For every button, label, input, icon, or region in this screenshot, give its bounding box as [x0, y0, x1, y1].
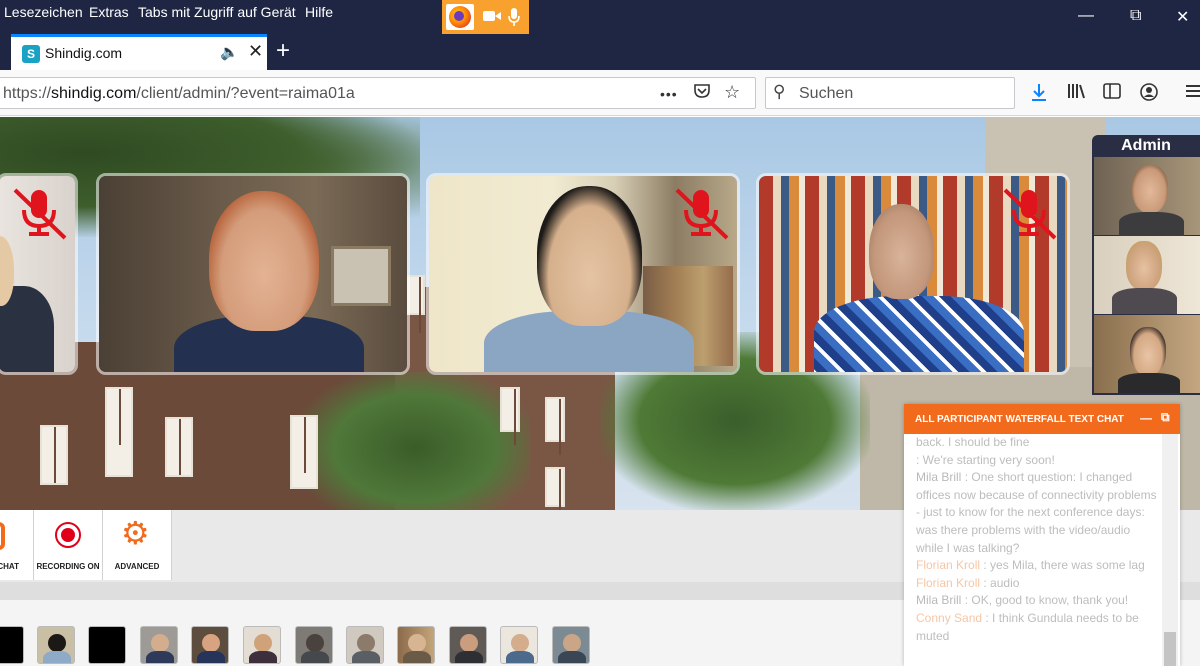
- attendee-thumbnail[interactable]: [140, 626, 178, 664]
- chat-title: ALL PARTICIPANT WATERFALL TEXT CHAT: [915, 414, 1124, 425]
- pocket-icon[interactable]: [693, 82, 711, 105]
- microphone-icon: [508, 7, 520, 30]
- bookmark-star-icon[interactable]: ☆: [724, 82, 740, 103]
- chat-scrollbar[interactable]: [1162, 434, 1178, 666]
- page-actions-icon[interactable]: •••: [660, 86, 678, 102]
- chat-message: back. I should be fine: [916, 435, 1030, 449]
- background-tree: [300, 372, 530, 510]
- url-text: https://shindig.com/client/admin/?event=…: [3, 85, 355, 102]
- menu-bar: Lesezeichen Extras Tabs mit Zugriff auf …: [0, 0, 1200, 34]
- attendee-thumbnail[interactable]: [243, 626, 281, 664]
- search-box[interactable]: ⚲ Suchen: [765, 77, 1015, 109]
- chat-message: Mila Brill : OK, good to know, thank you…: [916, 593, 1129, 608]
- tab-close-icon[interactable]: ✕: [248, 41, 263, 62]
- url-bar[interactable]: https://shindig.com/client/admin/?event=…: [0, 77, 756, 109]
- background-window: [500, 387, 520, 445]
- minimize-icon[interactable]: —: [1078, 7, 1094, 25]
- chat-icon: [0, 522, 5, 550]
- muted-microphone-icon: [999, 182, 1059, 242]
- admin-label: Admin: [1121, 137, 1171, 154]
- admin-video-thumbnail[interactable]: [1094, 236, 1200, 314]
- tab-title: Shindig.com: [45, 45, 123, 61]
- participant-video-tile[interactable]: [426, 173, 740, 375]
- background-window: [165, 417, 193, 477]
- record-icon: [55, 522, 81, 548]
- popout-chat-icon[interactable]: ⧉: [1161, 410, 1170, 425]
- camera-icon: [482, 8, 502, 27]
- library-icon[interactable]: [1066, 82, 1086, 105]
- search-icon: ⚲: [773, 82, 786, 101]
- attendee-thumbnail[interactable]: [191, 626, 229, 664]
- menu-tabs-device-access[interactable]: Tabs mit Zugriff auf Gerät: [138, 4, 296, 20]
- background-window: [545, 397, 565, 455]
- chat-message: Conny Sand : I think Gundula needs to be…: [916, 610, 1139, 643]
- chat-message: : We're starting very soon!: [916, 452, 1055, 467]
- background-window: [40, 425, 68, 485]
- admin-video-thumbnail[interactable]: [1094, 157, 1200, 237]
- recording-button[interactable]: RECORDING ON: [34, 510, 103, 580]
- chat-header: ALL PARTICIPANT WATERFALL TEXT CHAT — ⧉: [904, 404, 1180, 434]
- menu-icon[interactable]: [1186, 82, 1200, 105]
- minimize-chat-icon[interactable]: —: [1140, 411, 1152, 425]
- menu-extras[interactable]: Extras: [89, 4, 129, 20]
- attendee-thumbnail[interactable]: [0, 626, 24, 664]
- tab-strip: S Shindig.com 🔈 ✕ +: [0, 34, 1200, 70]
- menu-help[interactable]: Hilfe: [305, 4, 333, 20]
- menu-bookmarks[interactable]: Lesezeichen: [4, 4, 83, 20]
- attendee-thumbnail[interactable]: [552, 626, 590, 664]
- muted-microphone-icon: [9, 182, 69, 242]
- download-icon[interactable]: [1030, 82, 1048, 107]
- shindig-favicon-icon: S: [22, 45, 40, 63]
- chat-messages: back. I should be fine : We're starting …: [916, 434, 1160, 666]
- close-icon[interactable]: ✕: [1176, 7, 1189, 27]
- attendee-thumbnail[interactable]: [346, 626, 384, 664]
- background-window: [105, 387, 133, 477]
- participant-video-tile[interactable]: [756, 173, 1070, 375]
- firefox-icon: [446, 4, 474, 30]
- sidebar-icon[interactable]: [1102, 82, 1122, 105]
- gear-icon: ⚙: [121, 515, 150, 551]
- speaker-icon[interactable]: 🔈: [220, 43, 239, 61]
- attendee-thumbnail[interactable]: [295, 626, 333, 664]
- advanced-button[interactable]: ⚙ ADVANCED: [103, 510, 172, 580]
- attendee-thumbnail[interactable]: [449, 626, 487, 664]
- admin-panel: Admin: [1092, 135, 1200, 395]
- chat-message: Florian Kroll : audio: [916, 575, 1020, 590]
- chat-message: Florian Kroll : yes Mila, there was some…: [916, 558, 1145, 573]
- attendee-thumbnail[interactable]: [37, 626, 75, 664]
- background-window: [545, 467, 565, 525]
- attendee-thumbnail[interactable]: [500, 626, 538, 664]
- restore-icon[interactable]: ⧉: [1130, 7, 1141, 25]
- attendee-thumbnail[interactable]: [88, 626, 126, 664]
- background-window: [290, 415, 318, 489]
- chat-button[interactable]: CHAT: [0, 510, 34, 580]
- navigation-bar: https://shindig.com/client/admin/?event=…: [0, 70, 1200, 116]
- shindig-event-page: Admin CHAT RECORDING ON ⚙ ADVANCED ALL P…: [0, 117, 1200, 666]
- sharing-indicator[interactable]: [442, 0, 529, 34]
- waterfall-chat-panel: ALL PARTICIPANT WATERFALL TEXT CHAT — ⧉ …: [904, 404, 1180, 666]
- participant-video-tile[interactable]: [0, 173, 78, 375]
- muted-microphone-icon: [671, 182, 731, 242]
- participant-video-tile[interactable]: [96, 173, 410, 375]
- attendee-thumbnail[interactable]: [397, 626, 435, 664]
- new-tab-button[interactable]: +: [276, 37, 290, 65]
- chat-message: Mila Brill : One short question: I chang…: [916, 470, 1157, 555]
- account-icon[interactable]: [1139, 82, 1159, 107]
- admin-video-thumbnail[interactable]: [1094, 315, 1200, 393]
- search-placeholder: Suchen: [799, 85, 854, 102]
- tab-shindig[interactable]: S Shindig.com 🔈 ✕: [11, 34, 267, 70]
